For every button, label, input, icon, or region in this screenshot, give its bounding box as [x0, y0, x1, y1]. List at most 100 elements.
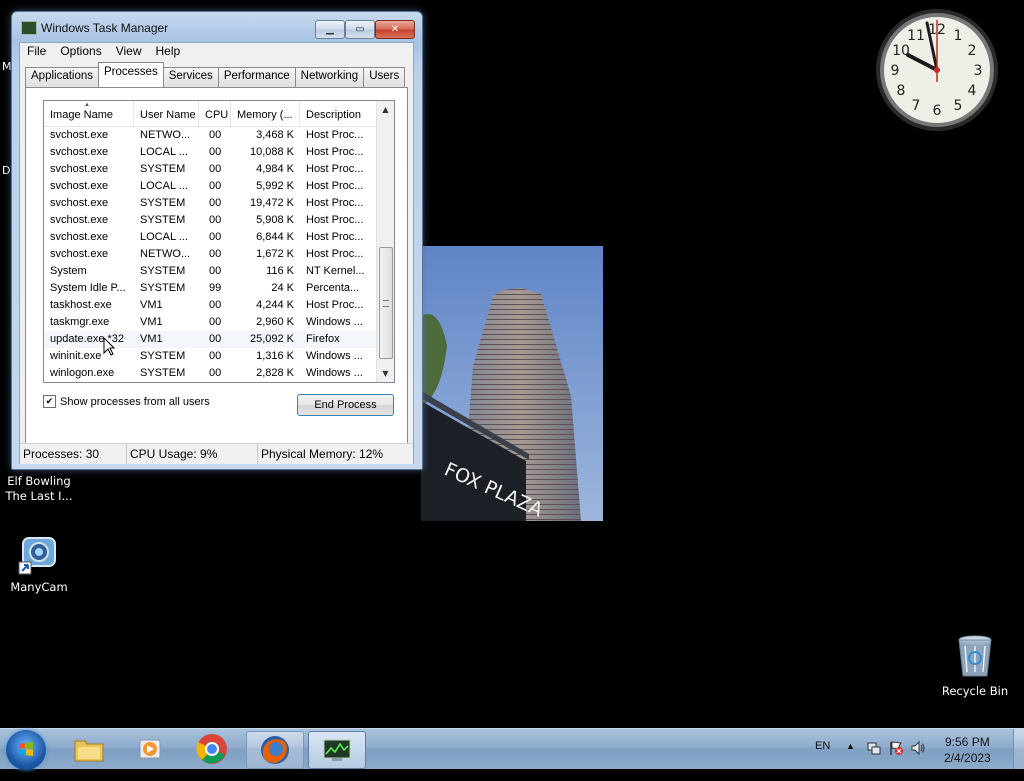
mouse-cursor-icon: [103, 336, 116, 356]
process-list-header: ▲ Image Name User Name CPU Memory (... De…: [44, 101, 377, 127]
scrollbar-thumb[interactable]: [379, 247, 393, 359]
menu-view[interactable]: View: [109, 43, 149, 61]
chrome-icon: [196, 734, 227, 764]
volume-icon[interactable]: [910, 740, 926, 756]
tab-performance[interactable]: Performance: [217, 67, 296, 87]
table-row[interactable]: taskhost.exe VM1 00 4,244 K Host Proc...: [44, 297, 377, 314]
taskbar-windows-explorer[interactable]: [61, 731, 117, 767]
table-row[interactable]: svchost.exe LOCAL ... 00 6,844 K Host Proc..…: [44, 229, 377, 246]
scroll-up-arrow-icon[interactable]: ▲: [377, 101, 394, 118]
column-user-name[interactable]: User Name: [134, 101, 199, 126]
desktop-icon-recycle-bin[interactable]: Recycle Bin: [940, 632, 1010, 699]
menu-file[interactable]: File: [20, 43, 53, 61]
cpu-cell: 00: [209, 333, 222, 345]
cpu-cell: 00: [209, 146, 222, 158]
start-button[interactable]: [6, 730, 46, 770]
table-row[interactable]: taskmgr.exe VM1 00 2,960 K Windows ...: [44, 314, 377, 331]
column-memory[interactable]: Memory (...: [231, 101, 300, 126]
description-cell: Host Proc...: [306, 231, 364, 243]
status-bar: Processes: 30 CPU Usage: 9% Physical Mem…: [20, 443, 413, 464]
cpu-cell: 00: [209, 163, 222, 175]
image-name-cell: System Idle P...: [50, 282, 126, 294]
close-button[interactable]: ✕: [375, 20, 415, 39]
user-name-cell: LOCAL ...: [140, 180, 188, 192]
close-icon: ✕: [390, 24, 400, 35]
table-row[interactable]: svchost.exe LOCAL ... 00 5,992 K Host Proc..…: [44, 178, 377, 195]
menu-options[interactable]: Options: [53, 43, 108, 61]
user-name-cell: LOCAL ...: [140, 231, 188, 243]
memory-cell: 10,088 K: [249, 146, 294, 158]
taskbar-chrome[interactable]: [184, 731, 240, 767]
table-row[interactable]: System SYSTEM 00 116 K NT Kernel...: [44, 263, 377, 280]
status-cpu-usage: CPU Usage: 9%: [127, 444, 258, 464]
memory-cell: 25,092 K: [249, 333, 294, 345]
process-list[interactable]: ▲ Image Name User Name CPU Memory (... De…: [43, 100, 395, 383]
recycle-bin-label: Recycle Bin: [941, 684, 1009, 698]
action-center-flag-icon[interactable]: [888, 740, 904, 756]
table-row[interactable]: svchost.exe SYSTEM 00 5,908 K Host Proc...: [44, 212, 377, 229]
description-cell: Host Proc...: [306, 146, 364, 158]
user-name-cell: SYSTEM: [140, 367, 186, 379]
network-icon[interactable]: [866, 740, 882, 756]
process-rows: svchost.exe NETWO... 00 3,468 K Host Proc...…: [44, 127, 377, 382]
clock-gadget[interactable]: 12 1 2 3 4 5 6 7 8 9 10 11: [874, 7, 1000, 133]
cpu-cell: 00: [209, 129, 222, 141]
minimize-button[interactable]: ▁: [315, 20, 345, 39]
tab-users[interactable]: Users: [363, 67, 406, 87]
column-description[interactable]: Description: [300, 101, 377, 126]
desktop-icon-elf-bowling[interactable]: Elf Bowling The Last I...: [4, 474, 74, 504]
vertical-scrollbar[interactable]: ▲ ▼: [376, 101, 394, 382]
taskbar-media-player[interactable]: [122, 731, 178, 767]
task-manager-window[interactable]: Windows Task Manager ▁ ▭ ✕ File Options …: [11, 11, 423, 470]
title-bar[interactable]: Windows Task Manager ▁ ▭ ✕: [12, 12, 422, 42]
description-cell: Windows ...: [306, 350, 363, 362]
show-hidden-icons-chevron-icon[interactable]: ▲: [846, 741, 855, 781]
taskbar-clock[interactable]: 9:56 PM 2/4/2023: [944, 734, 991, 774]
show-all-users-checkbox[interactable]: ✔: [43, 395, 56, 408]
end-process-button[interactable]: End Process: [297, 394, 394, 416]
show-desktop-button[interactable]: [1013, 729, 1024, 769]
tab-networking[interactable]: Networking: [294, 67, 365, 87]
tab-strip: Applications Processes Services Performa…: [25, 62, 406, 87]
table-row[interactable]: winlogon.exe SYSTEM 00 2,828 K Windows ...: [44, 365, 377, 382]
maximize-button[interactable]: ▭: [345, 20, 375, 39]
description-cell: Host Proc...: [306, 299, 364, 311]
window-title: Windows Task Manager: [41, 21, 169, 35]
memory-cell: 3,468 K: [256, 129, 294, 141]
cpu-cell: 00: [209, 214, 222, 226]
tab-processes[interactable]: Processes: [98, 62, 164, 87]
column-cpu[interactable]: CPU: [199, 101, 231, 126]
table-row[interactable]: update.exe *32 VM1 00 25,092 K Firefox: [44, 331, 377, 348]
cpu-cell: 99: [209, 282, 222, 294]
table-row[interactable]: svchost.exe SYSTEM 00 4,984 K Host Proc...: [44, 161, 377, 178]
menu-help[interactable]: Help: [149, 43, 188, 61]
cpu-cell: 00: [209, 197, 222, 209]
image-name-cell: svchost.exe: [50, 248, 109, 260]
tab-applications[interactable]: Applications: [25, 67, 100, 87]
user-name-cell: NETWO...: [140, 248, 191, 260]
desktop-icon-manycam[interactable]: ManyCam: [4, 528, 74, 595]
table-row[interactable]: System Idle P... SYSTEM 99 24 K Percenta...: [44, 280, 377, 297]
description-cell: Host Proc...: [306, 180, 364, 192]
clock-3: 3: [974, 63, 983, 79]
table-row[interactable]: svchost.exe NETWO... 00 1,672 K Host Proc...: [44, 246, 377, 263]
table-row[interactable]: svchost.exe SYSTEM 00 19,472 K Host Proc...: [44, 195, 377, 212]
scroll-down-arrow-icon[interactable]: ▼: [377, 365, 394, 382]
memory-cell: 4,244 K: [256, 299, 294, 311]
column-image-name[interactable]: ▲ Image Name: [44, 101, 134, 126]
taskbar-task-manager[interactable]: [308, 731, 366, 769]
taskbar-firefox[interactable]: [246, 731, 304, 769]
table-row[interactable]: svchost.exe LOCAL ... 00 10,088 K Host Proc.…: [44, 144, 377, 161]
firefox-icon: [261, 736, 289, 764]
image-name-cell: wininit.exe: [50, 350, 102, 362]
table-row[interactable]: svchost.exe NETWO... 00 3,468 K Host Proc...: [44, 127, 377, 144]
tab-services[interactable]: Services: [162, 67, 219, 87]
table-row[interactable]: wininit.exe SYSTEM 00 1,316 K Windows ...: [44, 348, 377, 365]
sort-ascending-icon: ▲: [84, 102, 90, 108]
description-cell: Host Proc...: [306, 163, 364, 175]
elf-bowling-label: Elf Bowling The Last I...: [5, 474, 73, 503]
language-indicator[interactable]: EN: [815, 740, 830, 780]
image-name-cell: svchost.exe: [50, 214, 109, 226]
recycle-bin-icon: [951, 632, 999, 680]
show-all-users-option[interactable]: ✔ Show processes from all users: [43, 395, 210, 408]
